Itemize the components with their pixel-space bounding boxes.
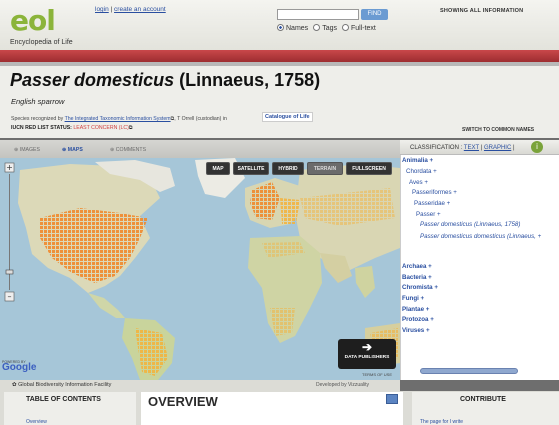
- taxon-node-animalia[interactable]: Animalia +: [402, 157, 433, 164]
- media-tabs: [0, 140, 400, 158]
- taxon-node-passer[interactable]: Passer +: [416, 211, 441, 218]
- map-type-map-button[interactable]: MAP: [206, 162, 230, 175]
- switch-names-link[interactable]: SWITCH TO COMMON NAMES: [462, 127, 534, 133]
- radio-icon: [277, 24, 284, 31]
- tab-comments[interactable]: ⊕ COMMENTS: [110, 147, 146, 153]
- classification-panel: [400, 140, 559, 380]
- taxon-node-chordata[interactable]: Chordata +: [406, 168, 437, 175]
- fullscreen-button[interactable]: FULLSCREEN: [346, 162, 392, 175]
- classification-title: CLASSIFICATION : TEXT | GRAPHIC |: [410, 145, 515, 151]
- search-option-tags[interactable]: Tags: [313, 24, 337, 32]
- taxon-node-passer-domesticus[interactable]: Passer domesticus (Linnaeus, 1758): [420, 221, 520, 228]
- svg-text:–: –: [8, 292, 12, 301]
- google-logo: Google: [2, 362, 37, 373]
- search-options: Names Tags Full-text: [277, 24, 376, 32]
- common-name: English sparrow: [11, 97, 65, 106]
- eol-logo[interactable]: eol: [10, 4, 80, 40]
- kingdom-viruses[interactable]: Viruses +: [402, 327, 430, 334]
- search-input[interactable]: [277, 9, 359, 20]
- map-type-satellite-button[interactable]: SATELLITE: [233, 162, 269, 175]
- classification-scrollbar[interactable]: [420, 368, 518, 374]
- terms-link[interactable]: TERMS OF USE: [362, 372, 392, 377]
- kingdom-archaea[interactable]: Archaea +: [402, 263, 432, 270]
- external-link-icon: ⧉: [128, 125, 133, 131]
- kingdom-fungi[interactable]: Fungi +: [402, 295, 424, 302]
- show-all-toggle[interactable]: SHOWING ALL INFORMATION: [440, 8, 523, 14]
- contribute-link[interactable]: The page for I write: [420, 419, 463, 425]
- kingdom-protozoa[interactable]: Protozoa +: [402, 316, 434, 323]
- account-links: login | create an account: [95, 6, 166, 13]
- taxon-node-aves[interactable]: Aves +: [409, 179, 428, 186]
- toc-title: TABLE OF CONTENTS: [26, 396, 101, 403]
- logo-text: eol: [10, 4, 56, 37]
- logo-subtitle: Encyclopedia of Life: [10, 39, 73, 46]
- login-link[interactable]: login: [95, 6, 109, 13]
- create-account-link[interactable]: create an account: [114, 6, 166, 13]
- taxon-node-subspecies[interactable]: Passer domesticus domesticus (Linnaeus, …: [420, 232, 556, 241]
- gbif-credit: ✿ Global Biodiversity Information Facili…: [12, 382, 112, 388]
- tab-maps[interactable]: ⊕ MAPS: [62, 147, 83, 153]
- map-type-hybrid-button[interactable]: HYBRID: [272, 162, 304, 175]
- map-type-terrain-button[interactable]: TERRAIN: [307, 162, 343, 175]
- toc-item-overview[interactable]: Overview: [26, 419, 47, 425]
- zoom-slider[interactable]: + –: [4, 162, 16, 302]
- taxon-node-passeriformes[interactable]: Passeriformes +: [412, 189, 457, 196]
- radio-icon: [341, 24, 349, 31]
- radio-icon: [313, 24, 321, 31]
- kingdom-chromista[interactable]: Chromista +: [402, 284, 438, 291]
- iucn-status: IUCN RED LIST STATUS: LEAST CONCERN (LC)…: [11, 125, 133, 131]
- header-band: [0, 50, 559, 62]
- developer-credit[interactable]: Developed by Vizzuality: [316, 382, 369, 388]
- classification-graphic-link[interactable]: GRAPHIC: [484, 145, 511, 151]
- taxon-node-passeridae[interactable]: Passeridae +: [414, 200, 450, 207]
- find-button[interactable]: FIND: [361, 9, 388, 20]
- classification-text-link[interactable]: TEXT: [464, 145, 479, 151]
- catalogue-of-life-logo[interactable]: Catalogue of Life: [262, 112, 313, 122]
- tab-images[interactable]: ⊕ IMAGES: [14, 147, 40, 153]
- overview-title: OVERVIEW: [148, 394, 218, 409]
- contribute-title: CONTRIBUTE: [460, 396, 506, 403]
- kingdom-bacteria[interactable]: Bacteria +: [402, 274, 432, 281]
- itis-link[interactable]: The Integrated Taxonomic Information Sys…: [65, 116, 171, 122]
- iucn-status-link[interactable]: LEAST CONCERN (LC): [73, 125, 129, 131]
- info-icon[interactable]: i: [531, 141, 543, 153]
- arrow-right-icon: ➔: [361, 340, 373, 354]
- external-link-icon: ⧉: [170, 116, 175, 122]
- svg-text:+: +: [6, 163, 13, 172]
- kingdom-plantae[interactable]: Plantae +: [402, 306, 429, 313]
- page-title: Passer domesticus (Linnaeus, 1758): [10, 70, 320, 91]
- scientific-name: Passer domesticus: [10, 70, 175, 90]
- data-publishers-button[interactable]: ➔ DATA PUBLISHERS: [338, 339, 396, 369]
- search-option-names[interactable]: Names: [277, 24, 308, 32]
- author-citation: (Linnaeus, 1758): [179, 70, 321, 90]
- recognized-by: Species recognized by The Integrated Tax…: [11, 116, 227, 122]
- zoom-control-icon: + –: [4, 162, 15, 302]
- search-option-fulltext[interactable]: Full-text: [341, 24, 376, 32]
- image-icon[interactable]: [386, 394, 398, 404]
